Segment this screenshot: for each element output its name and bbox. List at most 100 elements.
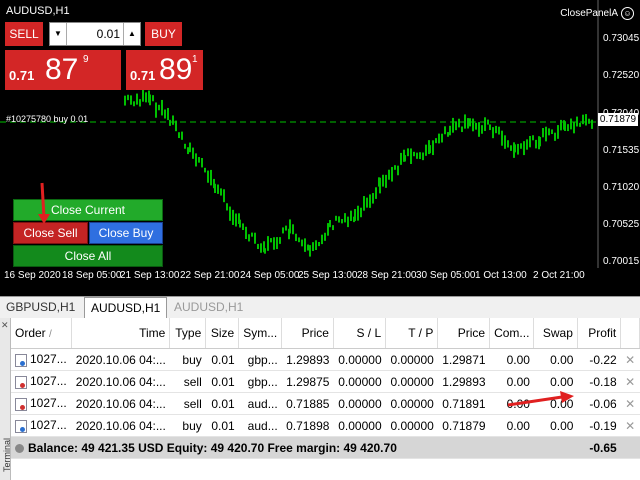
tp-cell: 0.00000 — [385, 392, 438, 415]
profit-cell: -0.22 — [577, 348, 621, 371]
time-axis-label: 22 Sep 21:00 — [180, 270, 240, 281]
current-price-cell: 0.71891 — [437, 392, 490, 415]
terminal-side-bar[interactable]: Terminal — [0, 318, 12, 480]
sl-cell: 0.00000 — [333, 392, 386, 415]
order-line-label: #10275780 buy 0.01 — [6, 114, 89, 124]
size-cell: 0.01 — [205, 392, 239, 415]
tp-cell: 0.00000 — [385, 414, 438, 437]
trade-table: Order / Time Type Size Sym... Price S / … — [11, 318, 640, 459]
sell-price-main: 87 — [45, 53, 79, 86]
col-tp[interactable]: T / P — [385, 318, 439, 349]
order-cell: 1027... — [11, 370, 72, 393]
sl-cell: 0.00000 — [333, 370, 386, 393]
sl-cell: 0.00000 — [333, 348, 386, 371]
symbol-cell: gbp... — [238, 370, 282, 393]
col-swap[interactable]: Swap — [533, 318, 578, 349]
col-actions — [620, 318, 640, 349]
col-type[interactable]: Type — [169, 318, 207, 349]
time-axis-label: 30 Sep 05:00 — [416, 270, 476, 281]
commission-cell: 0.00 — [489, 392, 534, 415]
price-cell: 0.71898 — [281, 414, 334, 437]
time-axis-label: 24 Sep 05:00 — [240, 270, 300, 281]
order-ticket-icon — [15, 397, 27, 411]
type-cell: sell — [169, 370, 206, 393]
time-axis-label: 21 Sep 13:00 — [120, 270, 180, 281]
commission-cell: 0.00 — [489, 414, 534, 437]
table-row[interactable]: 1027... 2020.10.06 04:... sell 0.01 gbp.… — [11, 370, 640, 393]
lot-size-value[interactable]: 0.01 — [66, 23, 124, 45]
col-profit[interactable]: Profit — [577, 318, 622, 349]
close-x-icon[interactable]: ✕ — [620, 414, 640, 437]
price-axis-label: 0.72520 — [603, 70, 640, 81]
swap-cell: 0.00 — [533, 348, 578, 371]
chart-title: AUDUSD,H1 — [6, 5, 70, 17]
time-axis-label: 28 Sep 21:00 — [357, 270, 417, 281]
buy-button[interactable]: BUY — [145, 22, 182, 46]
smiley-icon: ☺ — [621, 7, 634, 20]
close-buy-button[interactable]: Close Buy — [89, 222, 163, 244]
order-id: 1027... — [30, 396, 67, 411]
lot-size-stepper[interactable]: ▼ 0.01 ▲ — [49, 22, 141, 46]
order-id: 1027... — [30, 352, 67, 367]
buy-price-button[interactable]: 0.71 89 1 — [126, 50, 203, 90]
col-order[interactable]: Order / — [11, 318, 73, 349]
price-cell: 1.29875 — [281, 370, 334, 393]
close-x-icon[interactable]: ✕ — [620, 392, 640, 415]
balance-row-spacer — [620, 436, 640, 459]
time-axis-label: 25 Sep 13:00 — [298, 270, 358, 281]
commission-cell: 0.00 — [489, 348, 534, 371]
col-time[interactable]: Time — [71, 318, 171, 349]
close-x-icon[interactable]: ✕ — [620, 348, 640, 371]
chart-tabs: GBPUSD,H1 AUDUSD,H1 AUDUSD,H1 — [0, 296, 640, 319]
price-axis-label: 0.73045 — [603, 33, 640, 44]
swap-cell: 0.00 — [533, 392, 578, 415]
type-cell: buy — [169, 348, 206, 371]
sell-button[interactable]: SELL — [5, 22, 43, 46]
table-row[interactable]: 1027... 2020.10.06 04:... sell 0.01 aud.… — [11, 392, 640, 415]
commission-cell: 0.00 — [489, 370, 534, 393]
symbol-cell: aud... — [238, 392, 282, 415]
sell-price-button[interactable]: 0.71 87 9 — [5, 50, 121, 90]
order-cell: 1027... — [11, 414, 72, 437]
terminal-close-icon[interactable]: ✕ — [1, 320, 9, 331]
table-row[interactable]: 1027... 2020.10.06 04:... buy 0.01 aud..… — [11, 414, 640, 437]
tab-audusd-h1-active[interactable]: AUDUSD,H1 — [84, 297, 168, 318]
time-cell: 2020.10.06 04:... — [71, 414, 170, 437]
symbol-cell: gbp... — [238, 348, 282, 371]
order-cell: 1027... — [11, 392, 72, 415]
col-sl[interactable]: S / L — [333, 318, 387, 349]
time-axis-label: 18 Sep 05:00 — [62, 270, 122, 281]
col-current-price[interactable]: Price — [437, 318, 491, 349]
order-id: 1027... — [30, 418, 67, 433]
order-ticket-icon — [15, 353, 27, 367]
lot-decrease-icon[interactable]: ▼ — [50, 23, 67, 45]
one-click-trade-panel: SELL ▼ 0.01 ▲ BUY 0.71 87 9 0.71 89 1 — [5, 22, 203, 92]
close-current-button[interactable]: Close Current — [13, 199, 163, 221]
order-cell: 1027... — [11, 348, 72, 371]
time-cell: 2020.10.06 04:... — [71, 392, 170, 415]
current-price-tag: 0.71879 — [598, 113, 638, 126]
type-cell: buy — [169, 414, 206, 437]
table-row[interactable]: 1027... 2020.10.06 04:... buy 0.01 gbp..… — [11, 348, 640, 371]
balance-summary: Balance: 49 421.35 USD Equity: 49 420.70… — [11, 436, 578, 459]
tp-cell: 0.00000 — [385, 348, 438, 371]
col-symbol[interactable]: Sym... — [238, 318, 283, 349]
balance-icon — [15, 443, 24, 453]
tab-audusd-h1[interactable]: AUDUSD,H1 — [168, 297, 249, 317]
close-x-icon[interactable]: ✕ — [620, 370, 640, 393]
balance-row: Balance: 49 421.35 USD Equity: 49 420.70… — [11, 436, 640, 459]
col-price[interactable]: Price — [281, 318, 334, 349]
col-commission[interactable]: Com... — [489, 318, 535, 349]
close-sell-button[interactable]: Close Sell — [13, 222, 88, 244]
chart-window[interactable]: AUDUSD,H1 ClosePanelA ☺ SELL ▼ 0.01 ▲ BU… — [0, 0, 640, 296]
col-size[interactable]: Size — [205, 318, 240, 349]
close-all-button[interactable]: Close All — [13, 245, 163, 267]
profit-cell: -0.06 — [577, 392, 621, 415]
buy-price-prefix: 0.71 — [130, 68, 156, 83]
order-id: 1027... — [30, 374, 67, 389]
sl-cell: 0.00000 — [333, 414, 386, 437]
lot-increase-icon[interactable]: ▲ — [123, 23, 140, 45]
tab-gbpusd-h1[interactable]: GBPUSD,H1 — [0, 297, 81, 317]
sort-indicator: / — [49, 329, 52, 340]
tp-cell: 0.00000 — [385, 370, 438, 393]
